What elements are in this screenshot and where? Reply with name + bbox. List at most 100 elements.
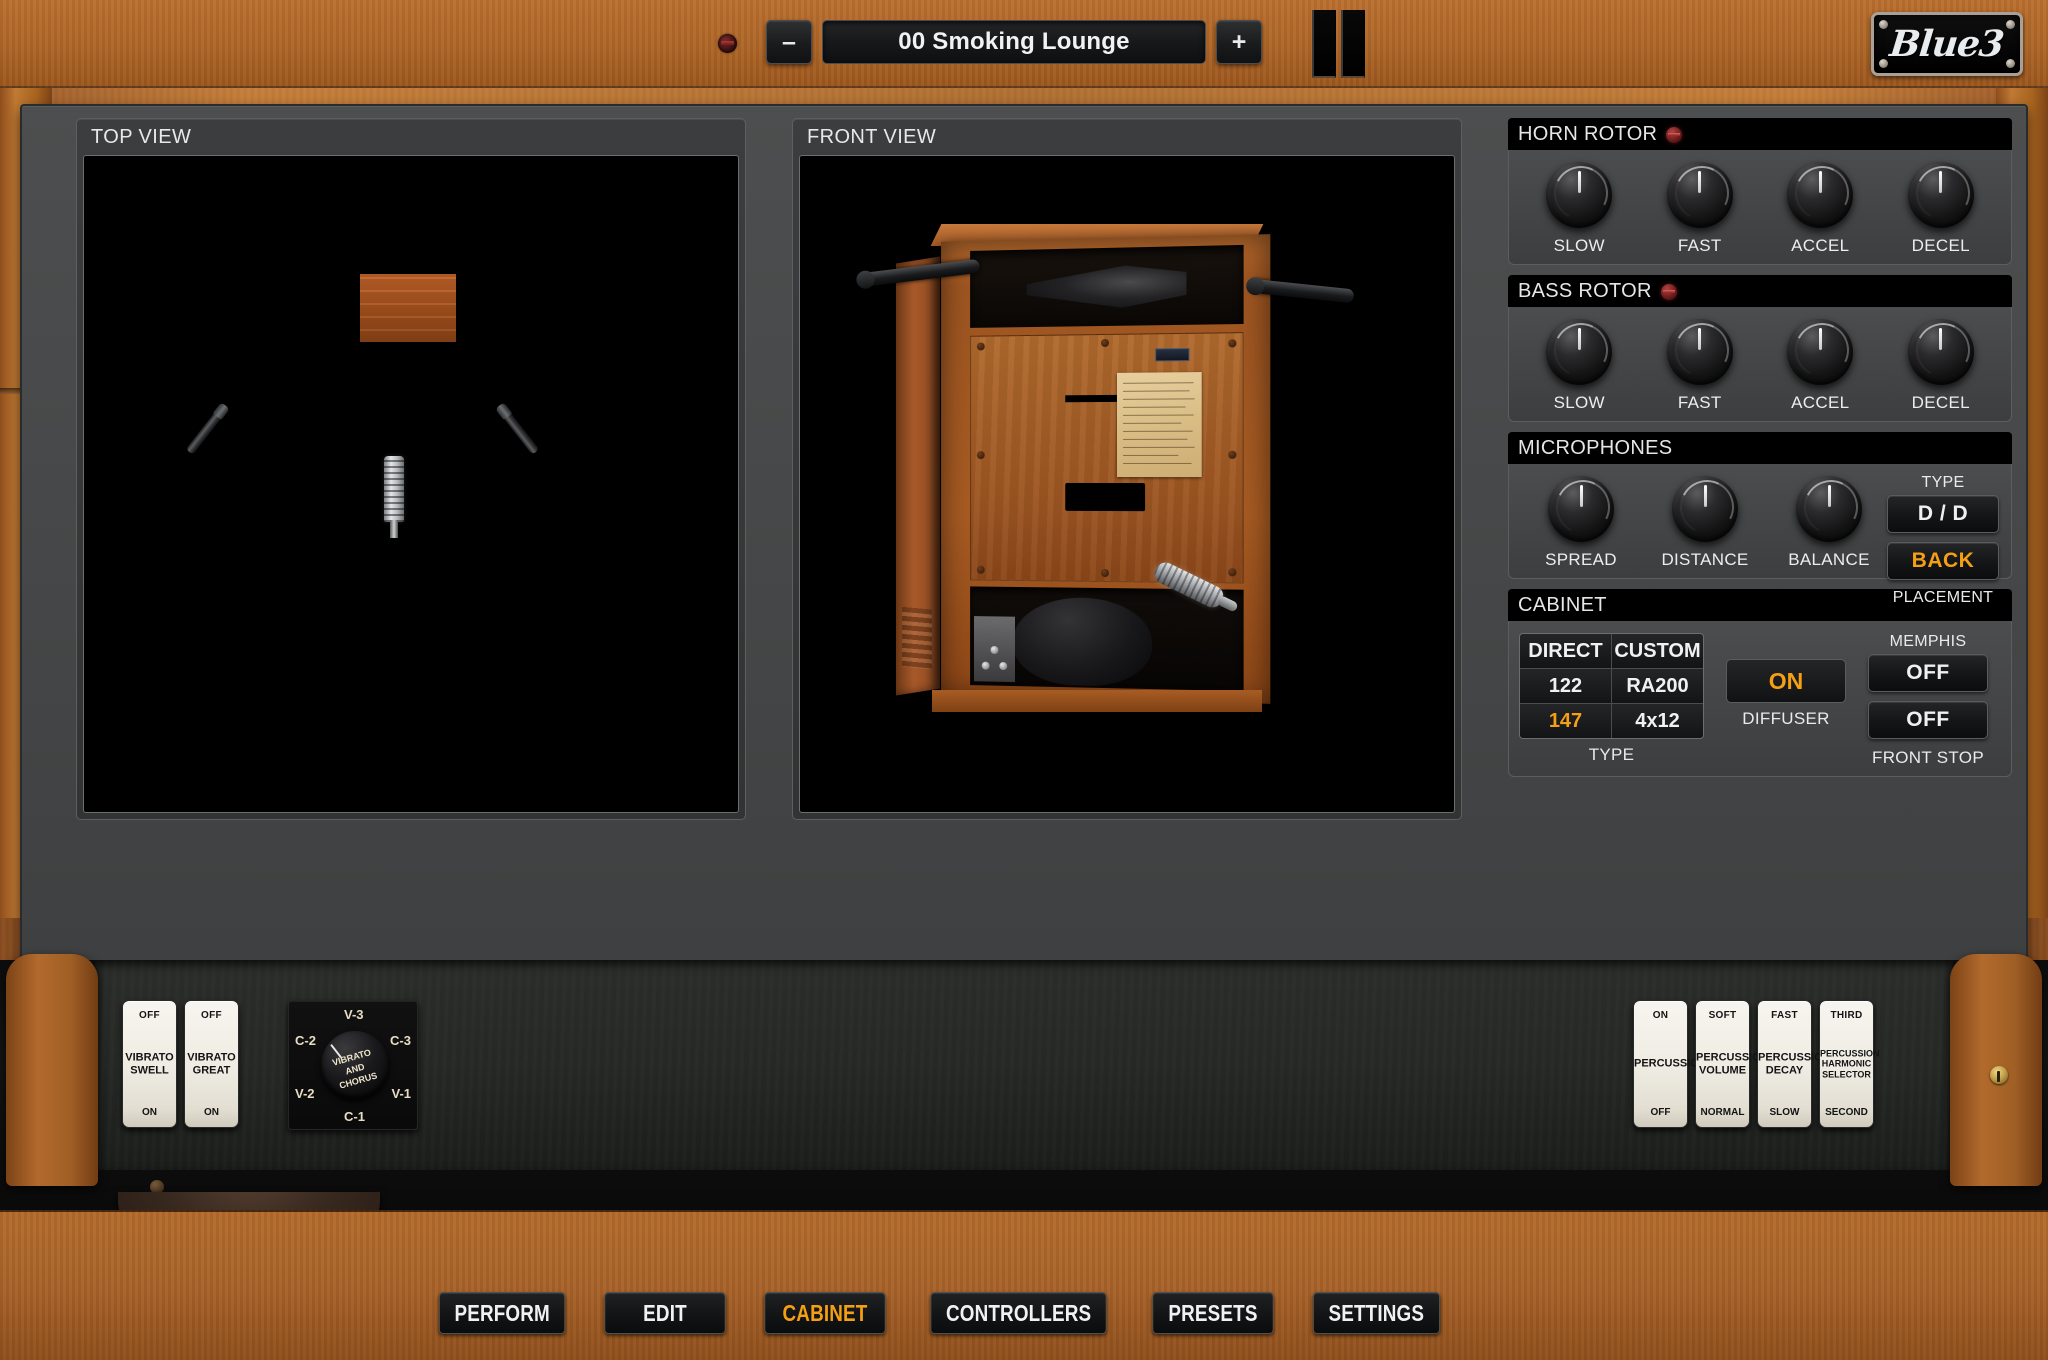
cabinet-type-group: DIRECT CUSTOM 122 RA200 147 4x12 TYPE (1519, 633, 1704, 765)
mic-distance-control: DISTANCE (1643, 476, 1767, 570)
horn-slow-label: SLOW (1553, 236, 1605, 255)
memphis-button[interactable]: OFF (1868, 654, 1988, 692)
preset-prev-button[interactable]: – (766, 20, 812, 64)
cabinet-type-4x12[interactable]: 4x12 (1612, 704, 1703, 738)
bass-rotor-led-icon[interactable] (1660, 283, 1677, 300)
bass-rotor-drum (1013, 596, 1153, 688)
bass-rotor-section: BASS ROTOR SLOW FAST ACCEL DECEL (1508, 275, 2012, 422)
mic-placement-button[interactable]: BACK (1887, 542, 1999, 580)
screw-icon (1101, 568, 1109, 578)
top-view-title: TOP VIEW (91, 126, 192, 148)
blue3-plugin-window: – 00 Smoking Lounge + Blue3 TOP VIEW FRO… (0, 0, 2048, 1360)
front-view-title: FRONT VIEW (807, 126, 937, 148)
service-label-paper (1116, 372, 1202, 478)
cabinet-title: CABINET (1518, 594, 1607, 616)
tab-edit[interactable]: EDIT (604, 1292, 727, 1334)
mic-distance-label: DISTANCE (1661, 550, 1749, 569)
tab-presets[interactable]: PRESETS (1151, 1292, 1274, 1334)
horn-rotor-header: HORN ROTOR (1508, 118, 2012, 150)
screw-icon (976, 565, 985, 574)
bass-rotor-title: BASS ROTOR (1518, 280, 1652, 302)
cabinet-type-ra200[interactable]: RA200 (1612, 669, 1703, 703)
screw-icon (2006, 20, 2015, 29)
bass-slow-label: SLOW (1553, 393, 1605, 412)
tab-list: PERFORM EDIT CABINET CONTROLLERS PRESETS… (425, 1292, 1453, 1334)
mic-balance-knob[interactable] (1796, 476, 1862, 542)
bass-decel-control: DECEL (1881, 319, 2002, 413)
horn-rotor-title: HORN ROTOR (1518, 123, 1658, 145)
cabinet-base (932, 690, 1262, 712)
front-stop-label: FRONT STOP (1872, 748, 1984, 767)
rack-slot-left (1312, 10, 1336, 78)
horn-rotor-section: HORN ROTOR SLOW FAST ACCEL DECEL (1508, 118, 2012, 265)
horn-rotor-led-icon[interactable] (1666, 126, 1683, 143)
top-view-mic-right[interactable] (497, 405, 540, 455)
microphones-header: MICROPHONES (1508, 432, 2012, 464)
mic-placement-label: PLACEMENT (1892, 589, 1994, 606)
preset-name-display[interactable]: 00 Smoking Lounge (822, 20, 1206, 64)
bass-fast-knob[interactable] (1666, 319, 1733, 385)
horn-accel-control: ACCEL (1760, 162, 1881, 256)
top-view-mic-center[interactable] (384, 456, 404, 538)
bass-accel-knob[interactable] (1787, 319, 1854, 385)
rotating-horn (1027, 264, 1187, 309)
tab-perform[interactable]: PERFORM (438, 1292, 566, 1334)
bass-fast-label: FAST (1677, 393, 1722, 412)
cabinet-type-147[interactable]: 147 (1520, 704, 1611, 738)
cabinet-top-footprint[interactable] (360, 274, 456, 342)
microphones-body: SPREAD DISTANCE BALANCE TYPE D / D BACK … (1508, 464, 2012, 606)
horn-slow-knob[interactable] (1546, 162, 1613, 228)
bass-accel-label: ACCEL (1791, 393, 1850, 412)
bass-rotor-header: BASS ROTOR (1508, 275, 2012, 307)
mic-type-button[interactable]: D / D (1887, 495, 1999, 533)
cabinet-side (896, 256, 940, 696)
leslie-cabinet-image (896, 224, 1272, 712)
preset-led-icon (718, 34, 737, 53)
horn-rotor-body: SLOW FAST ACCEL DECEL (1508, 150, 2012, 265)
tab-settings[interactable]: SETTINGS (1312, 1292, 1440, 1334)
horn-decel-control: DECEL (1881, 162, 2002, 256)
tab-controllers[interactable]: CONTROLLERS (930, 1292, 1108, 1334)
cabinet-body-controls: DIRECT CUSTOM 122 RA200 147 4x12 TYPE ON (1508, 621, 2012, 777)
front-view-stage[interactable] (799, 155, 1455, 813)
diffuser-button[interactable]: ON (1726, 659, 1846, 703)
top-view-mic-left[interactable] (185, 405, 228, 455)
cabinet-type-122[interactable]: 122 (1520, 669, 1611, 703)
cabinet-section: CABINET DIRECT CUSTOM 122 RA200 147 4x12 (1508, 589, 2012, 777)
top-view-stage[interactable] (83, 155, 739, 813)
tab-cabinet[interactable]: CABINET (764, 1292, 887, 1334)
diffuser-label: DIFFUSER (1742, 709, 1830, 728)
cabinet-type-label: TYPE (1588, 745, 1635, 764)
screw-icon (1228, 568, 1237, 577)
music-rack-slots (1312, 10, 1368, 78)
screw-icon (976, 451, 985, 460)
horn-accel-knob[interactable] (1787, 162, 1854, 228)
cabinet-type-direct[interactable]: DIRECT (1520, 634, 1611, 668)
front-stop-button[interactable]: OFF (1868, 701, 1988, 739)
front-view-panel: FRONT VIEW (792, 118, 1462, 820)
diffuser-group: ON DIFFUSER (1726, 633, 1846, 729)
horn-decel-knob[interactable] (1907, 162, 1974, 228)
logo-text: Blue3 (1888, 23, 2006, 65)
cabinet-editor-panel: TOP VIEW FRONT VIEW HORN ROTOR SLOW FAST… (20, 104, 2028, 964)
preset-next-button[interactable]: + (1216, 20, 1262, 64)
bass-decel-knob[interactable] (1907, 319, 1974, 385)
horn-accel-label: ACCEL (1791, 236, 1850, 255)
bass-slow-knob[interactable] (1546, 319, 1613, 385)
horn-slow-control: SLOW (1519, 162, 1640, 256)
leslie-amplifier (974, 616, 1015, 683)
bass-decel-label: DECEL (1911, 393, 1970, 412)
microphones-title: MICROPHONES (1518, 437, 1673, 459)
bass-accel-control: ACCEL (1760, 319, 1881, 413)
mic-type-placement-group: TYPE D / D BACK PLACEMENT (1887, 474, 1999, 610)
mic-spread-knob[interactable] (1548, 476, 1614, 542)
horn-bay (970, 244, 1244, 328)
cabinet-controls-column: HORN ROTOR SLOW FAST ACCEL DECEL BASS RO… (1508, 118, 2012, 787)
cabinet-type-custom[interactable]: CUSTOM (1612, 634, 1703, 668)
screw-icon (1101, 338, 1109, 348)
horn-fast-knob[interactable] (1666, 162, 1733, 228)
blue3-logo-plate: Blue3 (1871, 12, 2023, 76)
screw-icon (2006, 59, 2015, 68)
mic-distance-knob[interactable] (1672, 476, 1738, 542)
mic-spread-label: SPREAD (1545, 550, 1617, 569)
